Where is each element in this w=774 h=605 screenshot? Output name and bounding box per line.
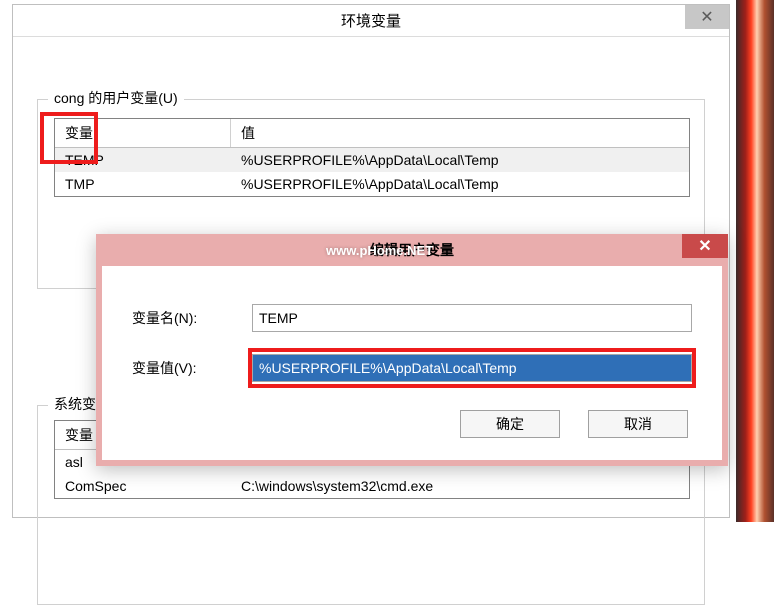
name-label: 变量名(N): [132,308,252,328]
cell-value: C:\windows\system32\cmd.exe [231,474,689,498]
close-icon: ✕ [698,236,711,256]
table-row[interactable]: TEMP %USERPROFILE%\AppData\Local\Temp [55,148,689,172]
value-row: 变量值(V): [132,354,692,382]
col-name: 变量 [55,119,231,147]
dialog-titlebar: www.pHome.NET 编辑用户变量 ✕ [96,234,728,266]
variable-name-input[interactable] [252,304,692,332]
col-value: 值 [231,119,689,147]
dialog-close-button[interactable]: ✕ [682,234,728,258]
close-button[interactable]: ✕ [685,5,729,29]
value-label: 变量值(V): [132,358,252,378]
variable-value-input[interactable] [252,354,692,382]
dialog-button-row: 确定 取消 [102,410,688,438]
table-row[interactable]: TMP %USERPROFILE%\AppData\Local\Temp [55,172,689,196]
user-variables-table[interactable]: 变量 值 TEMP %USERPROFILE%\AppData\Local\Te… [54,118,690,197]
window-title: 环境变量 [341,10,401,31]
background-gradient [736,0,774,522]
cell-value: %USERPROFILE%\AppData\Local\Temp [231,172,689,196]
edit-variable-dialog: www.pHome.NET 编辑用户变量 ✕ 变量名(N): 变量值(V): 确… [96,234,728,466]
table-header: 变量 值 [55,119,689,148]
cell-name: TMP [55,172,231,196]
watermark-text: www.pHome.NET [326,243,433,258]
close-icon: ✕ [700,7,713,27]
titlebar: 环境变量 ✕ [13,5,729,37]
name-row: 变量名(N): [132,304,692,332]
cell-value: %USERPROFILE%\AppData\Local\Temp [231,148,689,172]
ok-button[interactable]: 确定 [460,410,560,438]
cancel-button[interactable]: 取消 [588,410,688,438]
user-group-label: cong 的用户变量(U) [48,88,184,108]
cell-name: ComSpec [55,474,231,498]
cell-name: TEMP [55,148,231,172]
table-row[interactable]: ComSpec C:\windows\system32\cmd.exe [55,474,689,498]
